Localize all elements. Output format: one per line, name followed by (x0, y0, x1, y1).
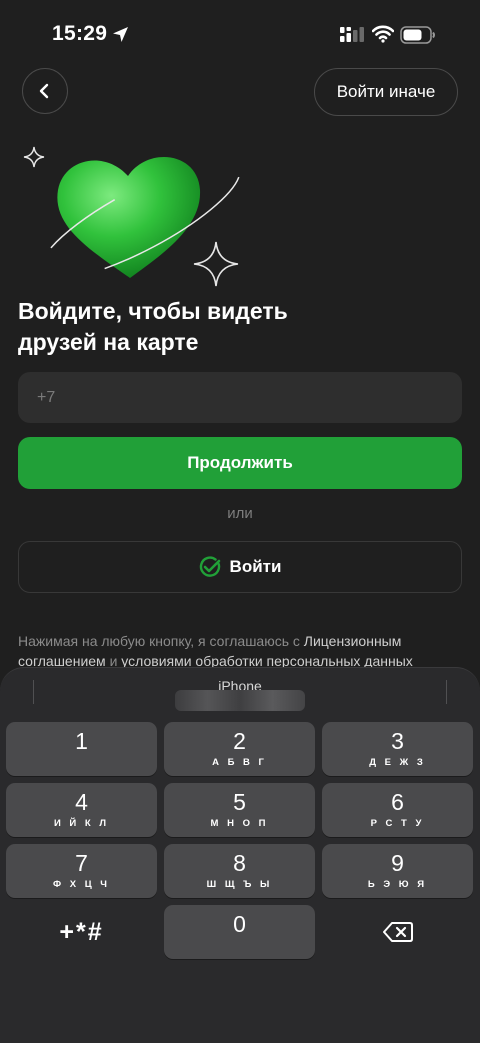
page-title-line-2: друзей на карте (18, 329, 199, 355)
key-digit: 7 (75, 850, 88, 876)
key-letters: Ь Э Ю Я (367, 879, 428, 890)
key-5[interactable]: 5 М Н О П (164, 783, 315, 837)
back-button[interactable] (22, 68, 68, 114)
page-title: Войдите, чтобы видеть друзей на карте (18, 296, 438, 358)
key-6[interactable]: 6 Р С Т У (322, 783, 473, 837)
wifi-icon (372, 25, 394, 43)
key-0[interactable]: 0 (164, 905, 315, 959)
phone-field[interactable] (18, 372, 462, 423)
legal-notice: Нажимая на любую кнопку, я соглашаюсь с … (18, 631, 462, 671)
battery-icon (400, 26, 435, 44)
key-digit: 3 (391, 728, 404, 754)
chevron-left-icon (39, 83, 49, 99)
key-3[interactable]: 3 Д Е Ж З (322, 722, 473, 776)
cellular-signal-icon (340, 27, 364, 42)
sber-check-icon (199, 556, 220, 577)
continue-button[interactable]: Продолжить (18, 437, 462, 489)
keyboard-divider (33, 680, 34, 704)
key-letters: М Н О П (210, 818, 269, 829)
page-title-line-1: Войдите, чтобы видеть (18, 298, 288, 324)
status-bar: 15:29 (0, 0, 480, 70)
backspace-icon (382, 922, 413, 942)
key-letters: И Й К Л (53, 818, 110, 829)
key-8[interactable]: 8 Ш Щ Ъ Ы (164, 844, 315, 898)
location-arrow-icon (113, 27, 128, 42)
key-digit: 9 (391, 850, 404, 876)
key-9[interactable]: 9 Ь Э Ю Я (322, 844, 473, 898)
keyboard-suggestion-blurred (175, 690, 305, 711)
key-4[interactable]: 4 И Й К Л (6, 783, 157, 837)
key-letters: Ш Щ Ъ Ы (206, 879, 273, 890)
key-1[interactable]: 1 (6, 722, 157, 776)
symbols-key[interactable]: +*# (6, 905, 157, 959)
sber-id-login-label: Войти (229, 557, 282, 576)
green-heart-illustration (23, 146, 241, 287)
key-7[interactable]: 7 Ф Х Ц Ч (6, 844, 157, 898)
symbols-key-label: +*# (59, 917, 104, 946)
key-letters: Д Е Ж З (369, 757, 426, 768)
key-letters: Р С Т У (370, 818, 425, 829)
legal-text-1: Нажимая на любую кнопку, я соглашаюсь с (18, 633, 304, 649)
or-separator: или (227, 505, 253, 522)
key-digit: 6 (391, 789, 404, 815)
key-2[interactable]: 2 А Б В Г (164, 722, 315, 776)
phone-input[interactable] (35, 387, 462, 408)
sber-id-login-button[interactable]: Войти (18, 541, 462, 593)
key-digit: 1 (75, 728, 88, 754)
login-other-way-button[interactable]: Войти иначе (314, 68, 458, 116)
key-digit: 0 (233, 911, 246, 937)
status-time: 15:29 (52, 22, 108, 45)
key-letters: Ф Х Ц Ч (53, 879, 110, 890)
key-digit: 5 (233, 789, 246, 815)
key-letters: А Б В Г (212, 757, 267, 768)
key-digit: 4 (75, 789, 88, 815)
backspace-key[interactable] (322, 905, 473, 959)
keyboard-divider (446, 680, 447, 704)
key-digit: 8 (233, 850, 246, 876)
key-digit: 2 (233, 728, 246, 754)
